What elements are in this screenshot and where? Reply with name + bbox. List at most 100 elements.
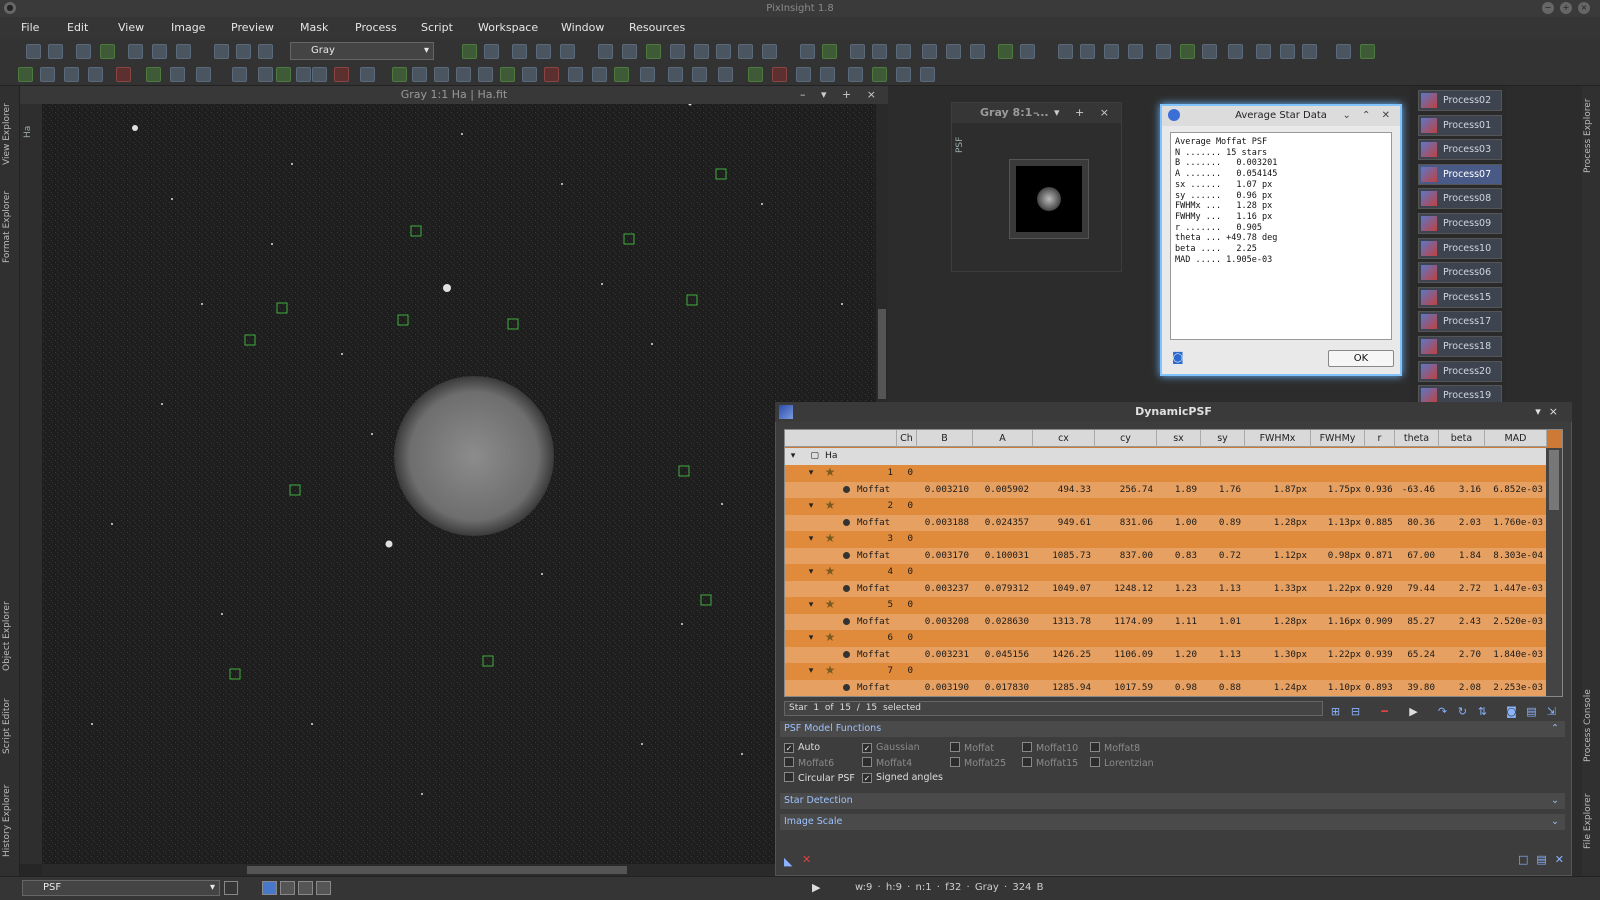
column-header[interactable]: A	[973, 430, 1033, 447]
play-icon[interactable]: ▶	[812, 881, 820, 894]
menu-script[interactable]: Script	[421, 21, 453, 34]
toolbar-button[interactable]	[176, 44, 191, 59]
toolbar-button[interactable]	[820, 67, 835, 82]
tab-history-explorer[interactable]: History Explorer	[2, 776, 18, 866]
toolbar-button[interactable]	[334, 67, 349, 82]
tab-process-console[interactable]: Process Console	[1583, 686, 1599, 766]
column-header[interactable]: cx	[1033, 430, 1095, 447]
toolbar-button[interactable]	[64, 67, 79, 82]
toolbar-button[interactable]	[536, 44, 551, 59]
psf-option-moffat6[interactable]: Moffat6	[784, 757, 834, 769]
menu-mask[interactable]: Mask	[300, 21, 328, 34]
collapse-icon[interactable]: ▾	[805, 632, 817, 643]
menu-view[interactable]: View	[118, 21, 144, 34]
zoom-mode-3-icon[interactable]	[298, 881, 313, 895]
tab-process-explorer[interactable]: Process Explorer	[1583, 96, 1599, 176]
checkbox[interactable]	[784, 757, 794, 767]
checkbox[interactable]	[1022, 757, 1032, 767]
toolbar-button[interactable]	[592, 67, 607, 82]
toolbar-button[interactable]	[922, 44, 937, 59]
checkbox[interactable]	[862, 757, 872, 767]
toolbar-button[interactable]	[128, 44, 143, 59]
psf-row[interactable]: Moffat 0.003237 0.079312 1049.07 1248.12 1.23…	[785, 580, 1546, 597]
export-table-icon[interactable]: ⇲	[1545, 705, 1558, 718]
toolbar-button[interactable]	[1360, 44, 1375, 59]
maximize-icon[interactable]: +	[1560, 2, 1572, 14]
toolbar-button[interactable]	[214, 44, 229, 59]
column-header[interactable]: sy	[1201, 430, 1245, 447]
toolbar-button[interactable]	[146, 67, 161, 82]
process-icon-process18[interactable]: Process18	[1418, 336, 1502, 357]
toolbar-button[interactable]	[258, 44, 273, 59]
undo-icon[interactable]: ↷	[1436, 705, 1449, 718]
view-mode-icon[interactable]	[224, 881, 238, 895]
toolbar-button[interactable]	[896, 67, 911, 82]
toolbar-button[interactable]	[668, 67, 683, 82]
tab-view-explorer[interactable]: View Explorer	[2, 94, 18, 174]
column-header[interactable]: r	[1365, 430, 1395, 447]
tab-file-explorer[interactable]: File Explorer	[1583, 786, 1599, 856]
checkbox[interactable]	[1090, 742, 1100, 752]
checkbox[interactable]	[950, 742, 960, 752]
toolbar-button[interactable]	[392, 67, 407, 82]
star-row[interactable]: ▾ ★ 6 0	[785, 630, 1546, 647]
toolbar-button[interactable]	[896, 44, 911, 59]
window-tools-icon[interactable]: □▤✕	[1518, 853, 1572, 866]
toolbar-button[interactable]	[88, 67, 103, 82]
toolbar-button[interactable]	[1202, 44, 1217, 59]
toolbar-button[interactable]	[718, 67, 733, 82]
psf-row[interactable]: Moffat 0.003170 0.100031 1085.73 837.00 0.83 0…	[785, 547, 1546, 564]
section-image-scale[interactable]: Image Scale ⌄	[780, 814, 1565, 830]
toolbar-button[interactable]	[152, 44, 167, 59]
tab-object-explorer[interactable]: Object Explorer	[2, 591, 18, 681]
menu-image[interactable]: Image	[171, 21, 205, 34]
toolbar-button[interactable]	[48, 44, 63, 59]
psf-option-auto[interactable]: ✓ Auto	[784, 742, 820, 753]
toolbar-button[interactable]	[1180, 44, 1195, 59]
toolbar-button[interactable]	[796, 67, 811, 82]
toolbar-button[interactable]	[946, 44, 961, 59]
close-icon[interactable]: ×	[1578, 2, 1590, 14]
collapse-icon[interactable]: ▾	[787, 450, 799, 461]
expand-all-icon[interactable]: ⊞	[1329, 705, 1342, 718]
toolbar-button[interactable]	[100, 44, 115, 59]
menu-preview[interactable]: Preview	[231, 21, 274, 34]
collapse-icon[interactable]: ▾	[805, 500, 817, 511]
column-header[interactable]: beta	[1439, 430, 1485, 447]
toolbar-button[interactable]	[522, 67, 537, 82]
process-icon-process06[interactable]: Process06	[1418, 262, 1502, 284]
menu-file[interactable]: File	[21, 21, 39, 34]
tab-script-editor[interactable]: Script Editor	[2, 686, 18, 766]
average-star-camera-icon[interactable]: ◙	[1505, 705, 1518, 718]
toolbar-button[interactable]	[18, 67, 33, 82]
toolbar-button[interactable]	[694, 44, 709, 59]
column-header[interactable]: Ch	[897, 430, 917, 447]
toolbar-button[interactable]	[772, 67, 787, 82]
process-icon-process20[interactable]: Process20	[1418, 360, 1502, 382]
checkbox[interactable]	[950, 757, 960, 767]
column-header[interactable]: sx	[1157, 430, 1201, 447]
process-icon-process17[interactable]: Process17	[1418, 311, 1502, 333]
image-horizontal-scrollbar[interactable]	[42, 864, 876, 876]
camera-icon[interactable]: ◙	[1172, 350, 1184, 364]
toolbar-button[interactable]	[872, 67, 887, 82]
active-view-combo[interactable]: PSF ▾	[22, 880, 220, 896]
toolbar-button[interactable]	[822, 44, 837, 59]
toolbar-button[interactable]	[232, 67, 247, 82]
expand-icon[interactable]: ⌄	[1551, 793, 1559, 809]
toolbar-button[interactable]	[1336, 44, 1351, 59]
minimize-icon[interactable]: −	[1542, 2, 1554, 14]
toolbar-button[interactable]	[276, 67, 291, 82]
process-icon-process07[interactable]: Process07	[1418, 163, 1502, 185]
expand-icon[interactable]: ⌄	[1551, 814, 1559, 830]
psf-option-moffat8[interactable]: Moffat8	[1090, 742, 1140, 754]
column-header[interactable]: theta	[1395, 430, 1439, 447]
collapse-icon[interactable]: ▾	[805, 566, 817, 577]
section-psf-model-functions[interactable]: PSF Model Functions ⌃	[780, 721, 1565, 737]
dynamicpsf-title-bar[interactable]: DynamicPSF ▾×	[775, 402, 1572, 422]
toolbar-button[interactable]	[872, 44, 887, 59]
toolbar-button[interactable]	[478, 67, 493, 82]
process-icon-process09[interactable]: Process09	[1418, 213, 1502, 234]
toolbar-button[interactable]	[512, 44, 527, 59]
column-header[interactable]: FWHMy	[1311, 430, 1365, 447]
